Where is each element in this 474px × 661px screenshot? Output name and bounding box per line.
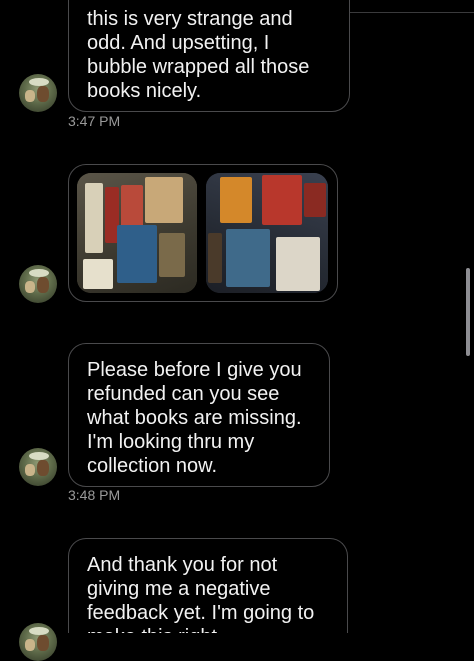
avatar[interactable] [19,265,57,303]
books-on-table-photo[interactable] [206,173,328,293]
message-text-3: Please before I give you refunded can yo… [87,359,302,477]
avatar[interactable] [19,74,57,112]
message-timestamp-3: 3:48 PM [68,487,121,503]
message-text-4: And thank you for not giving me a negati… [87,554,315,633]
message-bubble-3[interactable]: Please before I give you refunded can yo… [68,343,330,487]
message-timestamp-1: 3:47 PM [68,113,121,129]
avatar[interactable] [19,623,57,661]
message-bubble-4[interactable]: And thank you for not giving me a negati… [68,538,348,633]
books-in-box-photo[interactable] [77,173,197,293]
message-text-1: this is very strange and odd. And upsett… [87,8,310,102]
avatar[interactable] [19,448,57,486]
message-bubble-1[interactable]: this is very strange and odd. And upsett… [68,0,350,112]
scrollbar[interactable] [466,268,470,356]
